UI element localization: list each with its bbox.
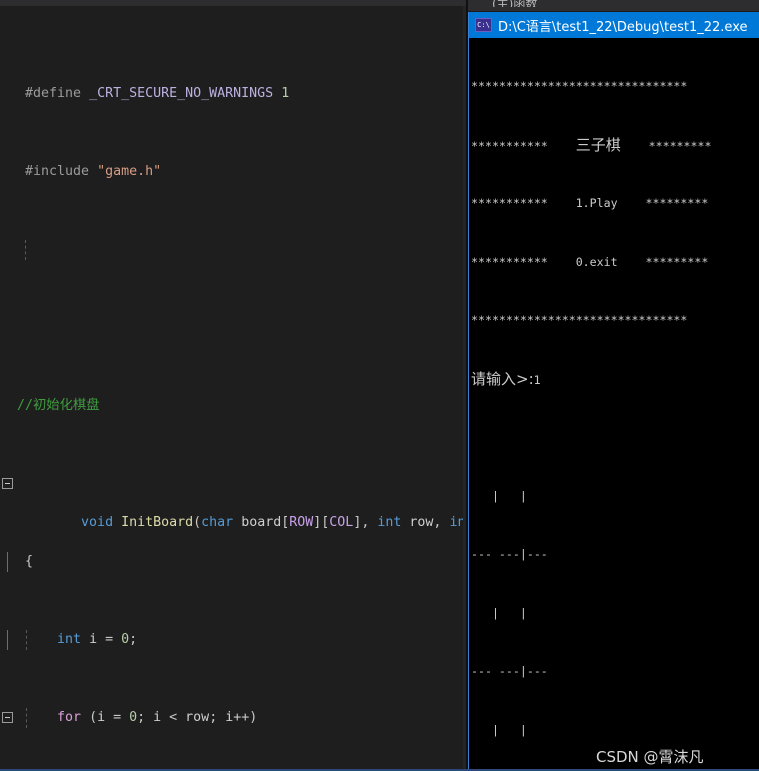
fold-toggle-icon[interactable] — [2, 712, 13, 723]
console-board-sep: --- ---|--- — [471, 664, 548, 678]
console-line: *********** 0.exit ********* — [471, 253, 759, 273]
console-title-bar[interactable]: C:\ D:\C语言\test1_22\Debug\test1_22.exe — [469, 12, 759, 38]
console-line: *********** 三子棋 ********* — [471, 136, 759, 156]
console-stars-right: ********* — [648, 138, 712, 153]
console-line: *********** 1.Play ********* — [471, 194, 759, 214]
code-line[interactable]: for (i = 0; i < row; i++) — [0, 708, 466, 728]
console-window[interactable]: C:\ D:\C语言\test1_22\Debug\test1_22.exe *… — [468, 12, 759, 771]
function-name-initboard: InitBoard — [121, 515, 194, 530]
code-editor-pane[interactable]: #define _CRT_SECURE_NO_WARNINGS 1 #inclu… — [0, 0, 466, 771]
code-line[interactable]: #define _CRT_SECURE_NO_WARNINGS 1 — [0, 84, 466, 104]
console-stars-left: *********** — [471, 138, 548, 153]
console-menu-play: 1.Play — [575, 196, 618, 210]
console-stars-right: ********* — [645, 254, 709, 269]
console-stars-left: *********** — [471, 196, 548, 210]
console-prompt-text: 请输入>: — [471, 369, 534, 388]
console-app-icon: C:\ — [475, 18, 492, 32]
code-line[interactable] — [0, 240, 466, 260]
console-menu-exit: 0.exit — [575, 254, 618, 269]
vs-cut-off-label: (主)函数 — [492, 0, 538, 7]
code-text-area[interactable]: #define _CRT_SECURE_NO_WARNINGS 1 #inclu… — [0, 6, 466, 771]
code-line[interactable]: //初始化棋盘 — [0, 396, 466, 416]
console-stars-right: ********* — [645, 196, 709, 210]
fold-toggle-icon[interactable] — [2, 478, 13, 489]
console-output[interactable]: ******************************* ********… — [469, 38, 759, 771]
code-line[interactable]: int i = 0; — [0, 630, 466, 650]
code-line[interactable]: { — [0, 552, 466, 572]
console-board-row: | | — [471, 488, 548, 503]
screen-root: #define _CRT_SECURE_NO_WARNINGS 1 #inclu… — [0, 0, 759, 771]
console-board-row: | | — [471, 722, 548, 737]
code-line[interactable] — [0, 318, 466, 338]
console-board-row: | | — [471, 605, 548, 620]
console-input-value: 1 — [533, 372, 541, 387]
console-line: ******************************* — [471, 313, 688, 327]
console-board-sep: --- ---|--- — [471, 547, 548, 561]
code-line[interactable]: #include "game.h" — [0, 162, 466, 182]
console-line: ******************************* — [471, 79, 688, 93]
console-prompt-line: 请输入>:1 — [471, 370, 759, 390]
console-stars-left: *********** — [471, 254, 548, 269]
code-line-init-board-signature[interactable]: void InitBoard(char board[ROW][COL], int… — [0, 474, 466, 530]
console-title-text: D:\C语言\test1_22\Debug\test1_22.exe — [498, 19, 748, 35]
comment-init-board: //初始化棋盘 — [17, 398, 100, 413]
csdn-watermark: CSDN @霄沫凡 — [596, 748, 704, 766]
console-menu-title: 三子棋 — [575, 135, 621, 154]
